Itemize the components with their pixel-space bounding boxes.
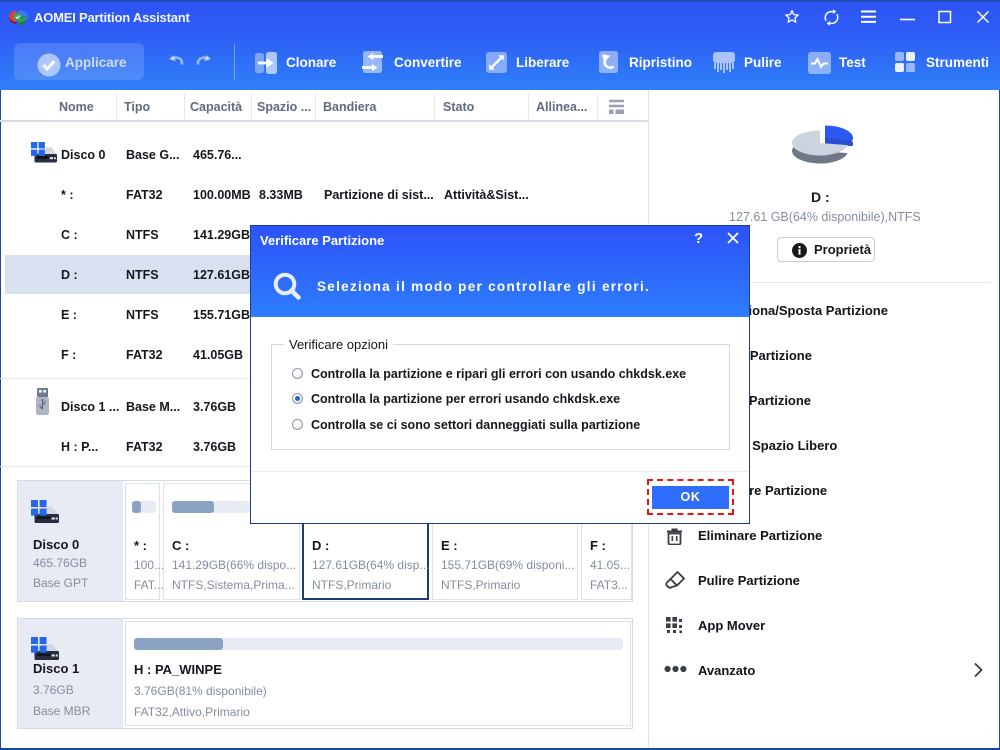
svg-text:?: ?	[694, 230, 703, 247]
